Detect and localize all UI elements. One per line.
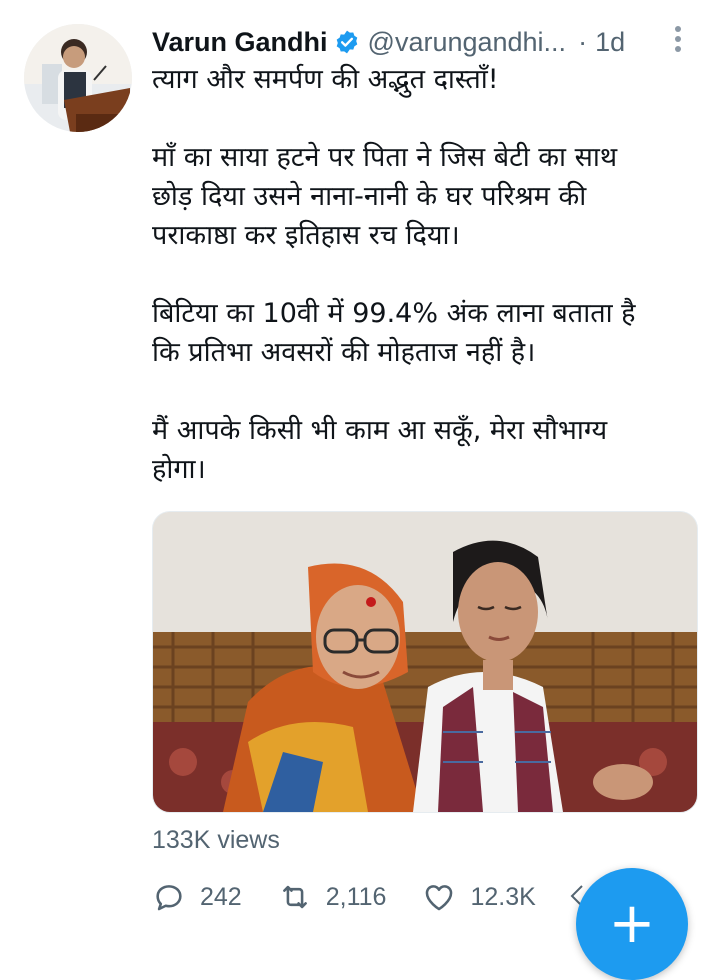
retweet-button[interactable]: 2,116 — [278, 880, 387, 914]
view-count: 133K views — [152, 826, 280, 854]
author-display-name[interactable]: Varun Gandhi — [152, 27, 328, 58]
verified-badge-icon — [334, 29, 360, 55]
separator-dot: · — [578, 26, 588, 57]
tweet-text: त्याग और समर्पण की अद्भुत दास्ताँ! माँ क… — [152, 60, 692, 528]
tweet-paragraph: माँ का साया हटने पर पिता ने जिस बेटी का … — [152, 142, 618, 251]
tweet-timestamp[interactable]: 1d — [595, 27, 625, 58]
like-count: 12.3K — [470, 882, 536, 911]
photo-elderly-woman-and-schoolgirl — [153, 512, 697, 812]
tweet-paragraph: बिटिया का 10वी में 99.4% अंक लाना बताता … — [152, 298, 636, 368]
tweet-paragraph: मैं आपके किसी भी काम आ सकूँ, मेरा सौभाग्… — [152, 415, 608, 485]
author-handle[interactable]: @varungandhi... — [368, 27, 567, 58]
tweet-media-image[interactable] — [152, 511, 698, 813]
tweet-paragraph: त्याग और समर्पण की अद्भुत दास्ताँ! — [152, 64, 499, 95]
tweet-header: Varun Gandhi @varungandhi... · 1d — [152, 22, 692, 62]
reply-icon — [156, 885, 182, 911]
avatar[interactable] — [24, 24, 132, 132]
compose-tweet-button[interactable]: + — [576, 868, 688, 980]
reply-count: 242 — [200, 882, 242, 911]
like-button[interactable]: 12.3K — [422, 880, 536, 914]
more-options-icon[interactable] — [668, 24, 688, 54]
retweet-count: 2,116 — [325, 882, 387, 911]
heart-icon — [426, 885, 453, 911]
reply-button[interactable]: 242 — [152, 880, 242, 914]
retweet-icon — [282, 885, 307, 909]
tweet-actions: 242 2,116 12.3K — [152, 875, 572, 919]
avatar-photo — [24, 24, 132, 132]
plus-icon: + — [608, 891, 656, 956]
